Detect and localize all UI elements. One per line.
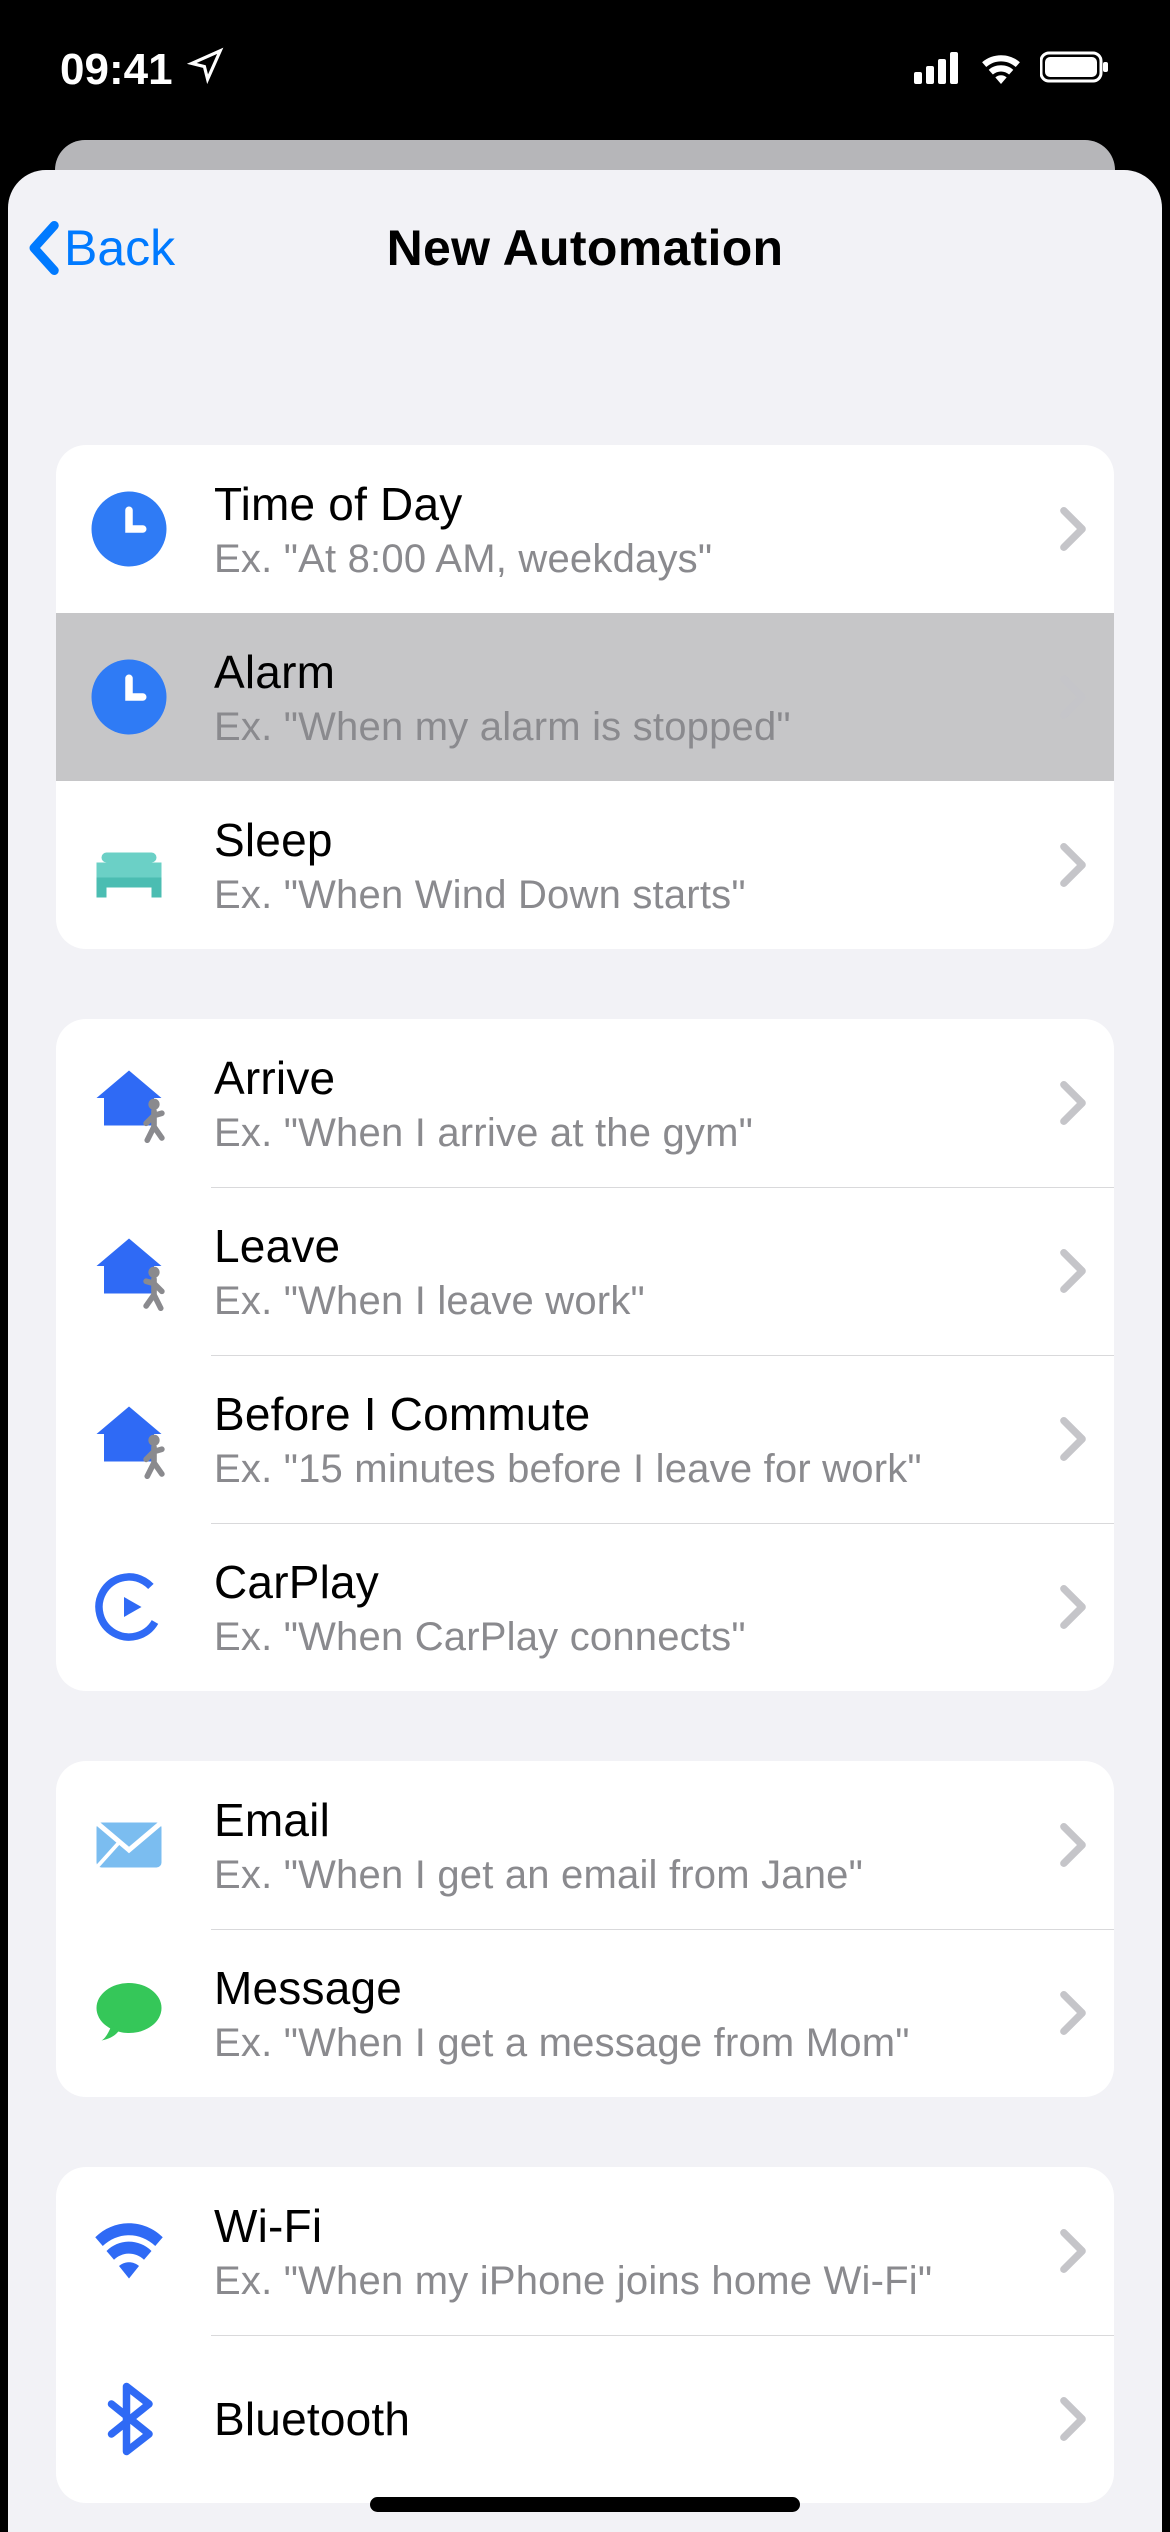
row-subtitle: Ex. "At 8:00 AM, weekdays" <box>214 537 1040 582</box>
chevron-right-icon <box>1060 675 1086 719</box>
cellular-icon <box>914 45 962 95</box>
trigger-row-before-i-commute[interactable]: Before I Commute Ex. "15 minutes before I… <box>56 1355 1114 1523</box>
row-title: Email <box>214 1793 1040 1847</box>
row-text: Arrive Ex. "When I arrive at the gym" <box>214 1051 1040 1156</box>
carplay-icon <box>84 1562 174 1652</box>
trigger-row-alarm[interactable]: Alarm Ex. "When my alarm is stopped" <box>56 613 1114 781</box>
row-text: Alarm Ex. "When my alarm is stopped" <box>214 645 1040 750</box>
row-subtitle: Ex. "When my iPhone joins home Wi-Fi" <box>214 2259 1040 2304</box>
row-subtitle: Ex. "When I get an email from Jane" <box>214 1853 1040 1898</box>
content-scroll[interactable]: Time of Day Ex. "At 8:00 AM, weekdays" Ala… <box>8 325 1162 2532</box>
trigger-row-bluetooth[interactable]: Bluetooth <box>56 2335 1114 2503</box>
wifi-status-icon <box>978 45 1024 95</box>
row-subtitle: Ex. "When Wind Down starts" <box>214 873 1040 918</box>
row-title: Wi-Fi <box>214 2199 1040 2253</box>
section: Email Ex. "When I get an email from Jane"… <box>56 1761 1114 2097</box>
trigger-row-carplay[interactable]: CarPlay Ex. "When CarPlay connects" <box>56 1523 1114 1691</box>
row-title: Time of Day <box>214 477 1040 531</box>
row-text: Before I Commute Ex. "15 minutes before I… <box>214 1387 1040 1492</box>
row-text: Bluetooth <box>214 2392 1040 2446</box>
row-subtitle: Ex. "When CarPlay connects" <box>214 1615 1040 1660</box>
wifi-icon <box>84 2206 174 2296</box>
row-subtitle: Ex. "When I arrive at the gym" <box>214 1111 1040 1156</box>
row-title: Sleep <box>214 813 1040 867</box>
chevron-right-icon <box>1060 507 1086 551</box>
status-time: 09:41 <box>60 45 173 95</box>
chevron-right-icon <box>1060 2397 1086 2441</box>
trigger-row-arrive[interactable]: Arrive Ex. "When I arrive at the gym" <box>56 1019 1114 1187</box>
status-right <box>914 45 1110 95</box>
chevron-right-icon <box>1060 1991 1086 2035</box>
trigger-row-email[interactable]: Email Ex. "When I get an email from Jane" <box>56 1761 1114 1929</box>
chevron-right-icon <box>1060 1417 1086 1461</box>
battery-icon <box>1040 45 1110 95</box>
section: Wi-Fi Ex. "When my iPhone joins home Wi-F… <box>56 2167 1114 2503</box>
row-text: Message Ex. "When I get a message from Mo… <box>214 1961 1040 2066</box>
chevron-right-icon <box>1060 1081 1086 1125</box>
status-left: 09:41 <box>60 45 225 95</box>
row-subtitle: Ex. "When I get a message from Mom" <box>214 2021 1040 2066</box>
clock-icon <box>84 484 174 574</box>
row-subtitle: Ex. "15 minutes before I leave for work" <box>214 1447 1040 1492</box>
modal-sheet: Back New Automation Time of Day Ex. "At 8… <box>8 170 1162 2532</box>
section: Time of Day Ex. "At 8:00 AM, weekdays" Ala… <box>56 445 1114 949</box>
chevron-right-icon <box>1060 1585 1086 1629</box>
chevron-right-icon <box>1060 1823 1086 1867</box>
message-icon <box>84 1968 174 2058</box>
chevron-right-icon <box>1060 843 1086 887</box>
trigger-row-time-of-day[interactable]: Time of Day Ex. "At 8:00 AM, weekdays" <box>56 445 1114 613</box>
row-subtitle: Ex. "When my alarm is stopped" <box>214 705 1040 750</box>
bluetooth-icon <box>84 2374 174 2464</box>
row-text: Email Ex. "When I get an email from Jane" <box>214 1793 1040 1898</box>
back-label: Back <box>64 219 175 277</box>
location-arrow-icon <box>187 45 225 95</box>
page-title: New Automation <box>387 219 784 277</box>
home-indicator <box>370 2497 800 2512</box>
row-text: Sleep Ex. "When Wind Down starts" <box>214 813 1040 918</box>
chevron-right-icon <box>1060 1249 1086 1293</box>
row-title: Arrive <box>214 1051 1040 1105</box>
row-title: Before I Commute <box>214 1387 1040 1441</box>
row-text: Wi-Fi Ex. "When my iPhone joins home Wi-F… <box>214 2199 1040 2304</box>
row-title: Leave <box>214 1219 1040 1273</box>
arrive-icon <box>84 1058 174 1148</box>
commute-icon <box>84 1394 174 1484</box>
email-icon <box>84 1800 174 1890</box>
section: Arrive Ex. "When I arrive at the gym" Leav… <box>56 1019 1114 1691</box>
row-title: Alarm <box>214 645 1040 699</box>
trigger-row-sleep[interactable]: Sleep Ex. "When Wind Down starts" <box>56 781 1114 949</box>
trigger-row-message[interactable]: Message Ex. "When I get a message from Mo… <box>56 1929 1114 2097</box>
row-title: CarPlay <box>214 1555 1040 1609</box>
row-title: Message <box>214 1961 1040 2015</box>
chevron-right-icon <box>1060 2229 1086 2273</box>
chevron-left-icon <box>26 221 60 275</box>
status-bar: 09:41 <box>0 0 1170 140</box>
row-text: Leave Ex. "When I leave work" <box>214 1219 1040 1324</box>
row-subtitle: Ex. "When I leave work" <box>214 1279 1040 1324</box>
back-button[interactable]: Back <box>26 219 175 277</box>
leave-icon <box>84 1226 174 1316</box>
trigger-row-leave[interactable]: Leave Ex. "When I leave work" <box>56 1187 1114 1355</box>
row-title: Bluetooth <box>214 2392 1040 2446</box>
row-text: Time of Day Ex. "At 8:00 AM, weekdays" <box>214 477 1040 582</box>
trigger-row-wi-fi[interactable]: Wi-Fi Ex. "When my iPhone joins home Wi-F… <box>56 2167 1114 2335</box>
clock-icon <box>84 652 174 742</box>
navbar: Back New Automation <box>8 170 1162 325</box>
bed-icon <box>84 820 174 910</box>
row-text: CarPlay Ex. "When CarPlay connects" <box>214 1555 1040 1660</box>
